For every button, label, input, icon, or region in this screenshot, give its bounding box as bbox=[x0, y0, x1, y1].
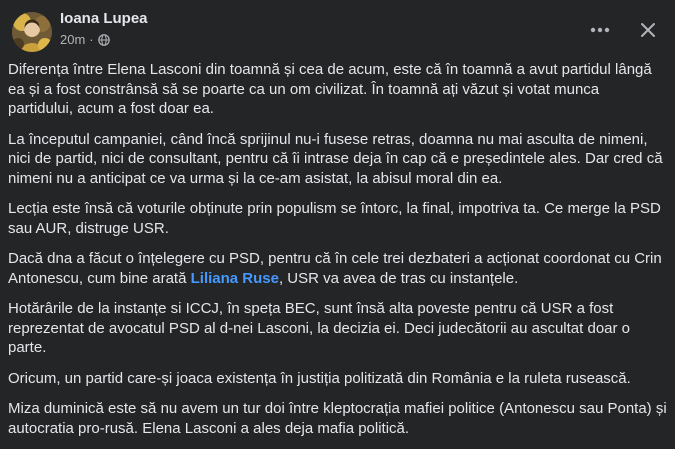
post-time[interactable]: 20m bbox=[60, 32, 85, 47]
close-button[interactable] bbox=[632, 14, 664, 46]
more-options-button[interactable] bbox=[584, 14, 616, 46]
paragraph-5: Hotărârile de la instanțe si ICCJ, în sp… bbox=[8, 300, 631, 356]
post-header: Ioana Lupea 20m · bbox=[0, 0, 675, 56]
globe-icon bbox=[97, 33, 110, 46]
paragraph-3: Lecția este însă că voturile obținute pr… bbox=[8, 200, 661, 237]
more-horizontal-icon bbox=[590, 27, 610, 33]
author-avatar[interactable] bbox=[12, 12, 52, 52]
mention-link[interactable]: Liliana Ruse bbox=[191, 270, 279, 287]
author-name[interactable]: Ioana Lupea bbox=[60, 10, 148, 27]
paragraph-6: Oricum, un partid care-și joaca existenț… bbox=[8, 369, 631, 387]
post-meta: 20m · bbox=[60, 32, 110, 47]
paragraph-1: Diferența între Elena Lasconi din toamnă… bbox=[8, 61, 652, 117]
post-body: Diferența între Elena Lasconi din toamnă… bbox=[8, 60, 668, 449]
avatar-image bbox=[12, 12, 52, 52]
facebook-post: Ioana Lupea 20m · Diferența între Elena … bbox=[0, 0, 675, 437]
close-icon bbox=[641, 23, 655, 37]
meta-separator: · bbox=[89, 32, 94, 47]
paragraph-2: La începutul campaniei, când încă spriji… bbox=[8, 130, 663, 187]
paragraph-4-after: , USR va avea de tras cu instanțele. bbox=[278, 269, 519, 287]
paragraph-7: Miza duminică este să nu avem un tur doi… bbox=[8, 400, 667, 437]
paragraph-4: Dacă dna a făcut o înțelegere cu PSD, pe… bbox=[8, 249, 668, 288]
